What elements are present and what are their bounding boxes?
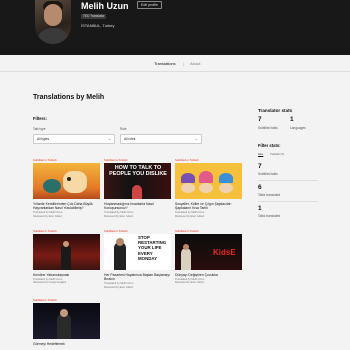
talk-thumbnail[interactable]: KidsE (175, 234, 242, 270)
divider (258, 180, 318, 181)
stat-translated-count: 6 (258, 184, 262, 191)
stat-reviewed-count: 1 (258, 205, 262, 212)
talk-thumbnail[interactable]: STOP RESTARTING YOUR LIFE EVERY MONDAY (104, 234, 171, 270)
talk-type-value: All types (37, 137, 50, 141)
card-reviewer: Reviewed by Eren Gökoz (104, 285, 134, 289)
languages-label: Languages (290, 126, 306, 130)
talk-thumbnail[interactable] (33, 303, 100, 339)
talk-card[interactable]: Subtitled in Turkish Yıllardır Kendileri… (33, 158, 100, 218)
profile-tabs: Translations | About (0, 55, 350, 72)
card-translator: Translated by Melih Uzun (175, 211, 205, 214)
stat-subtitled-count: 7 (258, 163, 262, 170)
talk-card[interactable]: Subtitled in Turkish Kendine Yabancılaşm… (33, 229, 100, 284)
card-translator: Translated by Melih Uzun (33, 211, 63, 214)
profile-name: Melih Uzun (81, 1, 129, 11)
edit-profile-button[interactable]: Edit profile (137, 1, 162, 9)
thumbnail-caption: KidsE (213, 248, 236, 257)
card-reviewer: Reviewed by Eren Gökoz (175, 281, 205, 285)
card-reviewer: Reviewed by Cengiz Ergişbü (33, 281, 67, 285)
thumbnail-caption: STOP RESTARTING YOUR LIFE EVERY MONDAY (138, 235, 167, 261)
talk-type-select[interactable]: All types ⌄ (33, 134, 115, 144)
tab-separator: | (183, 61, 185, 66)
role-value: All roles (124, 137, 136, 141)
card-reviewer: Reviewed by Eren Gökoz (33, 214, 63, 218)
talk-thumbnail[interactable] (33, 163, 100, 199)
talk-card[interactable]: Subtitled in Turkish Sosyaller, Köller v… (175, 158, 242, 218)
card-title[interactable]: Hoşlanmadığınız İnsanlarla Nasıl Konuşur… (104, 202, 171, 210)
card-translator: Translated by Melih Uzun (104, 282, 134, 285)
chevron-down-icon: ⌄ (194, 137, 198, 141)
page-title: Translations by Melih (33, 94, 105, 101)
card-title[interactable]: Yıllardır Kendilerinden Çok Daha Büyük H… (33, 202, 100, 210)
thumbnail-caption: HOW TO TALK TO PEOPLE YOU DISLIKE (109, 165, 167, 177)
subtitled-label: Subtitled talks (258, 126, 278, 130)
filter-all-link[interactable]: ALL (258, 152, 263, 156)
talk-type-label: Talk type (33, 127, 46, 131)
translator-stats-heading: Translator stats (258, 108, 293, 113)
divider (258, 201, 318, 202)
stat-reviewed-label: Talks translated (258, 214, 281, 218)
filter-stats-heading: Filter stats: (258, 143, 281, 148)
avatar (35, 0, 71, 44)
card-reviewer: Reviewed by Eren Gökoz (175, 214, 205, 218)
card-reviewer: Reviewed by Eren Gökoz (104, 214, 134, 218)
talk-thumbnail[interactable] (175, 163, 242, 199)
card-title[interactable]: Görmeyi Hedeflemek (33, 342, 100, 346)
talk-card[interactable]: Subtitled in Turkish Görmeyi Hedeflemek (33, 298, 100, 346)
tab-translations[interactable]: Translations (154, 61, 176, 66)
talk-card[interactable]: Subtitled in Turkish HOW TO TALK TO PEOP… (104, 158, 171, 218)
role-label: Role (120, 127, 127, 131)
profile-header: Melih Uzun Edit profile TED Translator İ… (0, 0, 350, 55)
filters-heading: Filters: (33, 116, 47, 121)
talk-thumbnail[interactable]: HOW TO TALK TO PEOPLE YOU DISLIKE (104, 163, 171, 199)
card-title[interactable]: Her Pazartesi Hayatınıza Baştan Başlamay… (104, 273, 171, 281)
talk-thumbnail[interactable] (33, 234, 100, 270)
card-title[interactable]: Kendine Yabancılaşmak (33, 273, 100, 277)
filter-turkish-link[interactable]: Turkish (7) (270, 152, 284, 156)
profile-location: İSTANBUL, Turkey (81, 23, 115, 28)
role-select[interactable]: All roles ⌄ (120, 134, 202, 144)
tab-about[interactable]: About (190, 61, 200, 66)
languages-count: 1 (290, 116, 294, 123)
card-translator: Translated by Melih Uzun (104, 211, 134, 214)
role-badge: TED Translator (81, 14, 107, 19)
card-title[interactable]: Sosyaller, Köller ve Çılgın Şapkacılar: … (175, 202, 242, 210)
subtitled-count: 7 (258, 116, 262, 123)
stat-translated-label: Talks translated (258, 193, 281, 197)
card-title[interactable]: Dünyayı Değiştiren Çocuklar (175, 273, 242, 277)
talk-card[interactable]: Subtitled in Turkish KidsE Dünyayı Değiş… (175, 229, 242, 284)
chevron-down-icon: ⌄ (107, 137, 111, 141)
stat-subtitled-label: Subtitled talks (258, 172, 278, 176)
talk-card[interactable]: Subtitled in Turkish STOP RESTARTING YOU… (104, 229, 171, 289)
